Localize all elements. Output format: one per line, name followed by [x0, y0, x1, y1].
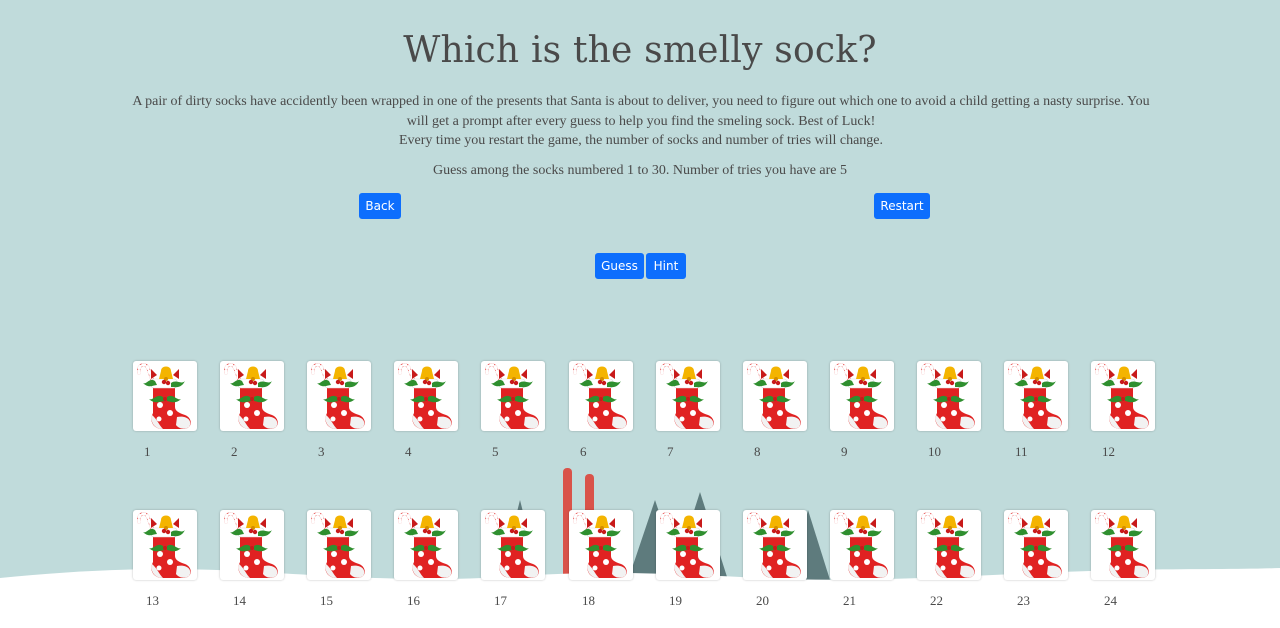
sock-card[interactable] [133, 510, 197, 580]
christmas-stocking-icon [398, 512, 452, 578]
christmas-stocking-icon [137, 512, 191, 578]
sock-number-label: 8 [754, 444, 761, 459]
sock-card[interactable] [1091, 361, 1155, 431]
sock-number-label: 4 [405, 444, 412, 459]
intro-text: A pair of dirty socks have accidently be… [132, 94, 1150, 129]
sock-card[interactable] [743, 510, 807, 580]
christmas-stocking-icon [1095, 512, 1149, 578]
christmas-stocking-icon [747, 512, 801, 578]
guess-button[interactable]: Guess [595, 253, 644, 279]
sock-card[interactable] [1004, 361, 1068, 431]
christmas-stocking-icon [1008, 363, 1062, 429]
christmas-stocking-icon [137, 363, 191, 429]
sock-number-label: 22 [930, 593, 943, 608]
sock-number-label: 14 [233, 593, 246, 608]
christmas-stocking-icon [485, 363, 539, 429]
sock-card[interactable] [743, 361, 807, 431]
christmas-stocking-icon [573, 512, 627, 578]
sock-card[interactable] [394, 510, 458, 580]
sock-number-label: 10 [928, 444, 941, 459]
christmas-stocking-icon [834, 512, 888, 578]
christmas-stocking-icon [398, 363, 452, 429]
christmas-stocking-icon [311, 363, 365, 429]
sock-number-label: 1 [144, 444, 151, 459]
christmas-stocking-icon [1008, 512, 1062, 578]
sock-number-label: 12 [1102, 444, 1115, 459]
sock-card[interactable] [1091, 510, 1155, 580]
sock-card[interactable] [917, 510, 981, 580]
guess-range-info: Guess among the socks numbered 1 to 30. … [432, 163, 848, 178]
sock-card[interactable] [481, 510, 545, 580]
christmas-stocking-icon [311, 512, 365, 578]
sock-number-label: 19 [669, 593, 682, 608]
christmas-stocking-icon [224, 363, 278, 429]
sock-card[interactable] [656, 510, 720, 580]
christmas-stocking-icon [573, 363, 627, 429]
sock-number-label: 16 [407, 593, 420, 608]
sock-number-label: 20 [756, 593, 769, 608]
sock-card[interactable] [133, 361, 197, 431]
sock-card[interactable] [394, 361, 458, 431]
sock-number-label: 5 [492, 444, 499, 459]
sock-number-label: 3 [318, 444, 325, 459]
sock-card[interactable] [1004, 510, 1068, 580]
page-title: Which is the smelly sock? [403, 30, 877, 71]
sock-card[interactable] [569, 361, 633, 431]
back-button[interactable]: Back [359, 193, 401, 219]
christmas-stocking-icon [834, 363, 888, 429]
sock-card[interactable] [220, 510, 284, 580]
sock-number-label: 18 [582, 593, 595, 608]
hint-button[interactable]: Hint [646, 253, 686, 279]
christmas-stocking-icon [747, 363, 801, 429]
sock-number-label: 24 [1104, 593, 1117, 608]
christmas-stocking-icon [1095, 363, 1149, 429]
sock-card[interactable] [917, 361, 981, 431]
sock-card[interactable] [307, 510, 371, 580]
sock-number-label: 2 [231, 444, 238, 459]
sock-card[interactable] [307, 361, 371, 431]
restart-button[interactable]: Restart [874, 193, 930, 219]
christmas-stocking-icon [485, 512, 539, 578]
sock-card[interactable] [220, 361, 284, 431]
sock-card[interactable] [656, 361, 720, 431]
sock-number-label: 17 [494, 593, 507, 608]
christmas-stocking-icon [224, 512, 278, 578]
sock-number-label: 6 [580, 444, 587, 459]
christmas-stocking-icon [660, 512, 714, 578]
sock-card[interactable] [830, 510, 894, 580]
sock-number-label: 15 [320, 593, 333, 608]
sock-number-label: 11 [1015, 444, 1028, 459]
sock-card[interactable] [830, 361, 894, 431]
sock-card[interactable] [481, 361, 545, 431]
sock-number-label: 21 [843, 593, 856, 608]
sock-number-label: 7 [667, 444, 674, 459]
sock-number-label: 13 [146, 593, 159, 608]
christmas-stocking-icon [660, 363, 714, 429]
christmas-stocking-icon [921, 512, 975, 578]
sock-number-label: 9 [841, 444, 848, 459]
restart-note: Every time you restart the game, the num… [398, 133, 884, 148]
sock-number-label: 23 [1017, 593, 1030, 608]
sock-card[interactable] [569, 510, 633, 580]
christmas-stocking-icon [921, 363, 975, 429]
game-description: A pair of dirty socks have accidently be… [128, 92, 1154, 151]
